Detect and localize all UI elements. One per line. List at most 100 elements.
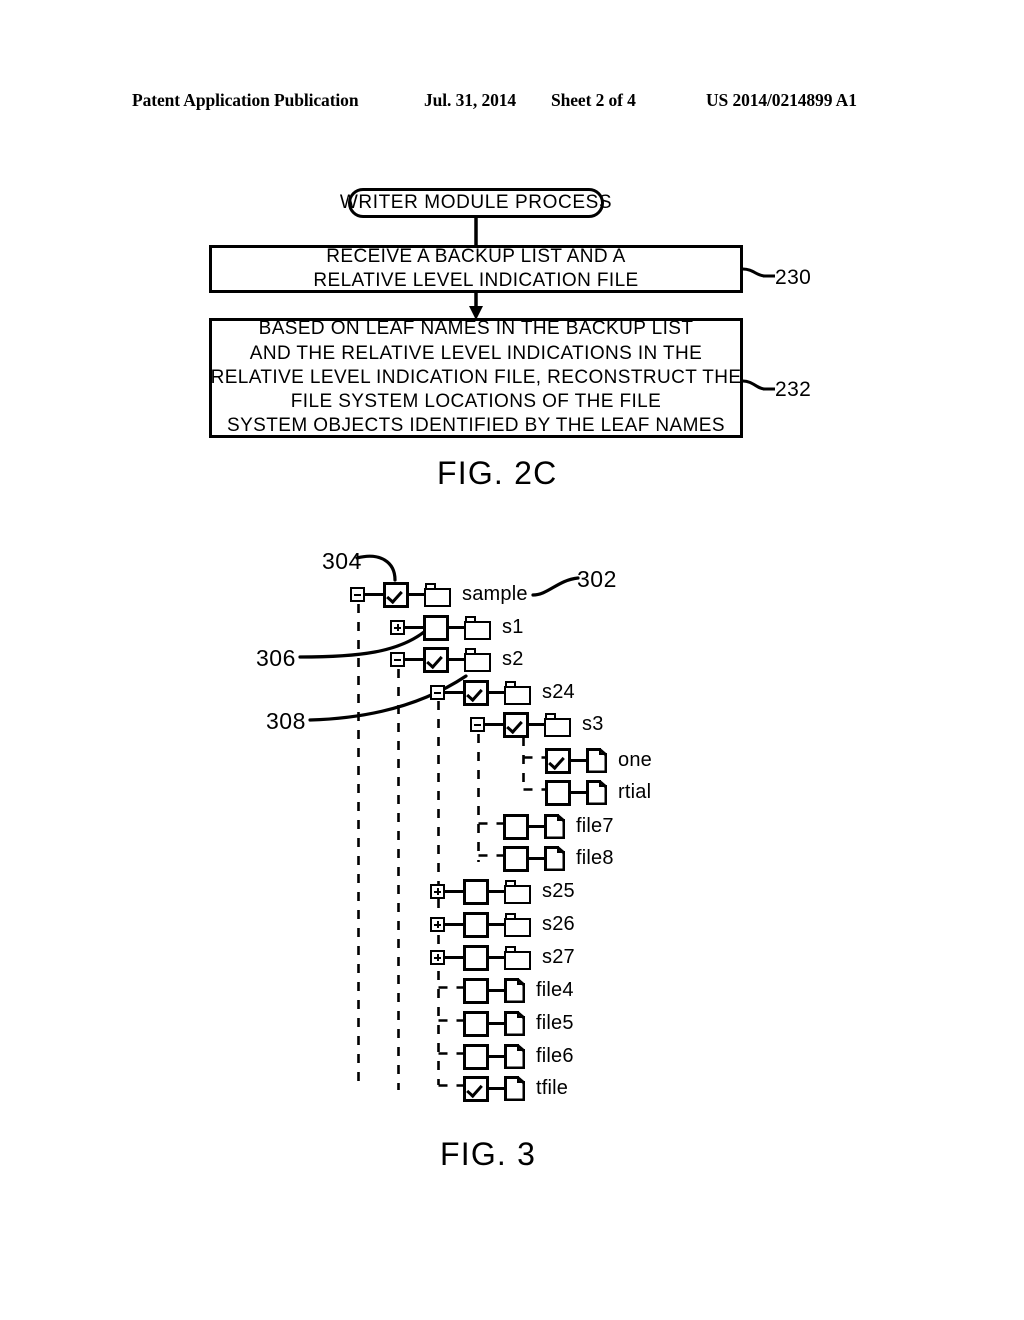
tree-row[interactable]: one	[545, 744, 652, 777]
tree-connector	[489, 989, 504, 992]
file-icon	[586, 748, 607, 773]
tree-connector	[485, 723, 503, 726]
folder-icon	[464, 615, 491, 640]
checkbox-checked[interactable]	[463, 1075, 489, 1102]
tree-row[interactable]: s3	[470, 708, 604, 741]
checkbox-checked[interactable]	[545, 747, 571, 774]
tree-row[interactable]: file6	[463, 1040, 574, 1073]
tree-row[interactable]: file8	[503, 842, 614, 875]
tree-connector	[571, 759, 586, 762]
tree-row[interactable]: s26	[430, 908, 575, 941]
tree-node-label: s25	[542, 880, 575, 902]
tree-connector	[405, 626, 423, 629]
reference-numeral-302: 302	[577, 566, 617, 592]
expander-minus-icon[interactable]	[470, 717, 485, 732]
tree-node-label: file4	[536, 979, 574, 1001]
tree-row[interactable]: s24	[430, 676, 575, 709]
checkbox-unchecked[interactable]	[463, 1043, 489, 1070]
tree-node-label: tfile	[536, 1077, 569, 1099]
checkbox-checked[interactable]	[503, 711, 529, 738]
tree-node-label: s27	[542, 946, 575, 968]
file-tree: sample s1 s2 s24 s3 one rtial file7 file…	[0, 0, 1024, 1320]
reference-numeral-306: 306	[256, 645, 296, 671]
expander-plus-icon[interactable]	[430, 884, 445, 899]
tree-node-label: file8	[576, 847, 614, 869]
file-icon	[504, 978, 525, 1003]
tree-connector	[445, 691, 463, 694]
checkbox-unchecked[interactable]	[463, 1010, 489, 1037]
expander-minus-icon[interactable]	[390, 652, 405, 667]
folder-icon	[544, 712, 571, 737]
file-icon	[504, 1076, 525, 1101]
checkbox-unchecked[interactable]	[463, 911, 489, 938]
tree-connector	[405, 658, 423, 661]
tree-row[interactable]: s25	[430, 875, 575, 908]
expander-plus-icon[interactable]	[430, 917, 445, 932]
expander-minus-icon[interactable]	[350, 587, 365, 602]
folder-icon	[504, 912, 531, 937]
expander-plus-icon[interactable]	[390, 620, 405, 635]
file-icon	[504, 1011, 525, 1036]
tree-node-label: s26	[542, 913, 575, 935]
tree-node-label: s2	[502, 648, 524, 670]
tree-connector	[445, 923, 463, 926]
tree-connector	[445, 956, 463, 959]
checkbox-unchecked[interactable]	[423, 614, 449, 641]
reference-numeral-304: 304	[322, 548, 362, 574]
tree-connector	[489, 923, 504, 926]
tree-connector	[489, 1022, 504, 1025]
file-icon	[544, 814, 565, 839]
tree-connector	[445, 890, 463, 893]
tree-connector	[409, 593, 424, 596]
folder-icon	[504, 680, 531, 705]
tree-row[interactable]: tfile	[463, 1072, 568, 1105]
file-icon	[544, 846, 565, 871]
checkbox-checked[interactable]	[463, 679, 489, 706]
folder-icon	[504, 879, 531, 904]
tree-connector	[449, 658, 464, 661]
tree-connector	[571, 791, 586, 794]
tree-node-label: s1	[502, 616, 524, 638]
tree-connector	[489, 691, 504, 694]
folder-icon	[464, 647, 491, 672]
tree-connector	[529, 723, 544, 726]
tree-connector	[489, 1055, 504, 1058]
checkbox-unchecked[interactable]	[503, 813, 529, 840]
tree-row[interactable]: s1	[390, 611, 524, 644]
tree-node-label: one	[618, 749, 652, 771]
file-icon	[586, 780, 607, 805]
tree-row[interactable]: rtial	[545, 776, 651, 809]
tree-node-label: file5	[536, 1012, 574, 1034]
tree-connector	[529, 825, 544, 828]
tree-connector	[529, 857, 544, 860]
expander-plus-icon[interactable]	[430, 950, 445, 965]
tree-row[interactable]: file7	[503, 810, 614, 843]
tree-node-label: s3	[582, 713, 604, 735]
checkbox-unchecked[interactable]	[545, 779, 571, 806]
tree-node-label: file6	[536, 1045, 574, 1067]
file-icon	[504, 1044, 525, 1069]
tree-connector	[449, 626, 464, 629]
tree-node-label: s24	[542, 681, 575, 703]
checkbox-unchecked[interactable]	[463, 878, 489, 905]
folder-icon	[504, 945, 531, 970]
tree-row[interactable]: file4	[463, 974, 574, 1007]
tree-row[interactable]: s27	[430, 941, 575, 974]
checkbox-unchecked[interactable]	[463, 944, 489, 971]
tree-connector	[489, 1087, 504, 1090]
tree-node-label: sample	[462, 583, 528, 605]
checkbox-checked[interactable]	[383, 581, 409, 608]
checkbox-checked[interactable]	[423, 646, 449, 673]
tree-connector	[489, 890, 504, 893]
tree-row[interactable]: sample	[350, 578, 528, 611]
tree-row[interactable]: s2	[390, 643, 524, 676]
tree-node-label: rtial	[618, 781, 652, 803]
checkbox-unchecked[interactable]	[503, 845, 529, 872]
checkbox-unchecked[interactable]	[463, 977, 489, 1004]
figure-3-label: FIG. 3	[440, 1136, 537, 1172]
tree-connector	[489, 956, 504, 959]
reference-numeral-308: 308	[266, 708, 306, 734]
folder-icon	[424, 582, 451, 607]
expander-minus-icon[interactable]	[430, 685, 445, 700]
tree-row[interactable]: file5	[463, 1007, 574, 1040]
